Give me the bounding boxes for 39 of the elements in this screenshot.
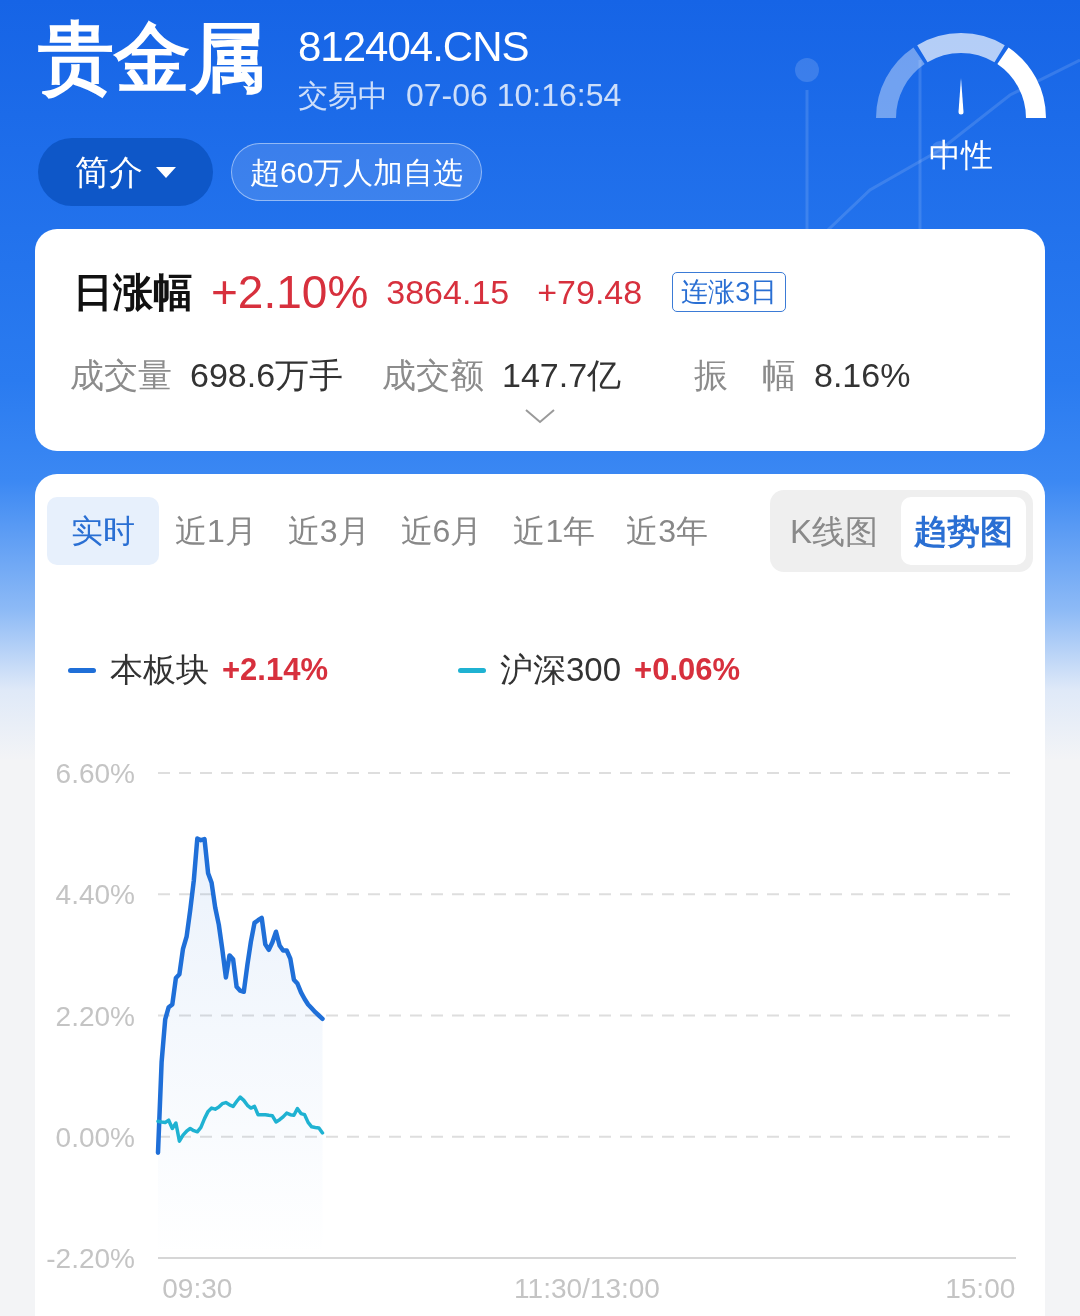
stat-label: 成交额 (382, 354, 484, 396)
y-axis-label: -2.20% (46, 1243, 135, 1274)
stat-label: 成交量 (70, 354, 172, 396)
y-axis-label: 6.60% (55, 758, 135, 789)
x-axis-label: 09:30 (162, 1273, 233, 1304)
y-axis-label: 0.00% (55, 1121, 135, 1153)
chevron-down-icon[interactable] (525, 409, 555, 424)
period-tab[interactable]: 近1年 (498, 497, 611, 565)
daily-change-label: 日涨幅 (73, 272, 193, 312)
streak-badge: 连涨3日 (672, 271, 787, 313)
x-axis-label: 11:30/13:00 (514, 1273, 660, 1304)
legend-label: 本板块 (110, 650, 209, 690)
period-tab[interactable]: 近6月 (385, 497, 498, 565)
legend-value: +0.06% (634, 651, 741, 689)
intro-dropdown-button[interactable]: 简介 (38, 138, 213, 206)
stat-value: 147.7亿 (502, 354, 622, 396)
sentiment-label: 中性 (928, 136, 994, 175)
period-tab[interactable]: 近3年 (611, 497, 723, 565)
trading-status: 交易中 (298, 78, 388, 115)
change-percent: +2.10% (211, 269, 369, 315)
y-axis-label: 2.20% (55, 1000, 135, 1032)
view-tab[interactable]: 趋势图 (901, 497, 1026, 565)
stat-value: 698.6万手 (190, 354, 344, 396)
period-tab[interactable]: 实时 (47, 497, 159, 565)
y-axis-label: 4.40% (55, 879, 135, 911)
change-amount: +79.48 (537, 275, 643, 309)
caret-down-icon (154, 165, 177, 179)
stat-label: 振 幅 (694, 354, 796, 396)
watchlist-count-tag: 超60万人加自选 (231, 143, 483, 201)
stat-value: 8.16% (814, 354, 911, 396)
legend-label: 沪深300 (500, 650, 622, 690)
timestamp: 07-06 10:16:54 (406, 76, 622, 115)
x-axis-label: 15:00 (945, 1273, 1016, 1304)
period-tab[interactable]: 近3月 (272, 497, 385, 565)
index-price: 3864.15 (386, 275, 510, 309)
legend-value: +2.14% (222, 651, 328, 689)
view-tab[interactable]: K线图 (777, 497, 891, 565)
period-tab[interactable]: 近1月 (160, 497, 272, 565)
index-code: 812404.CNS (298, 24, 530, 71)
